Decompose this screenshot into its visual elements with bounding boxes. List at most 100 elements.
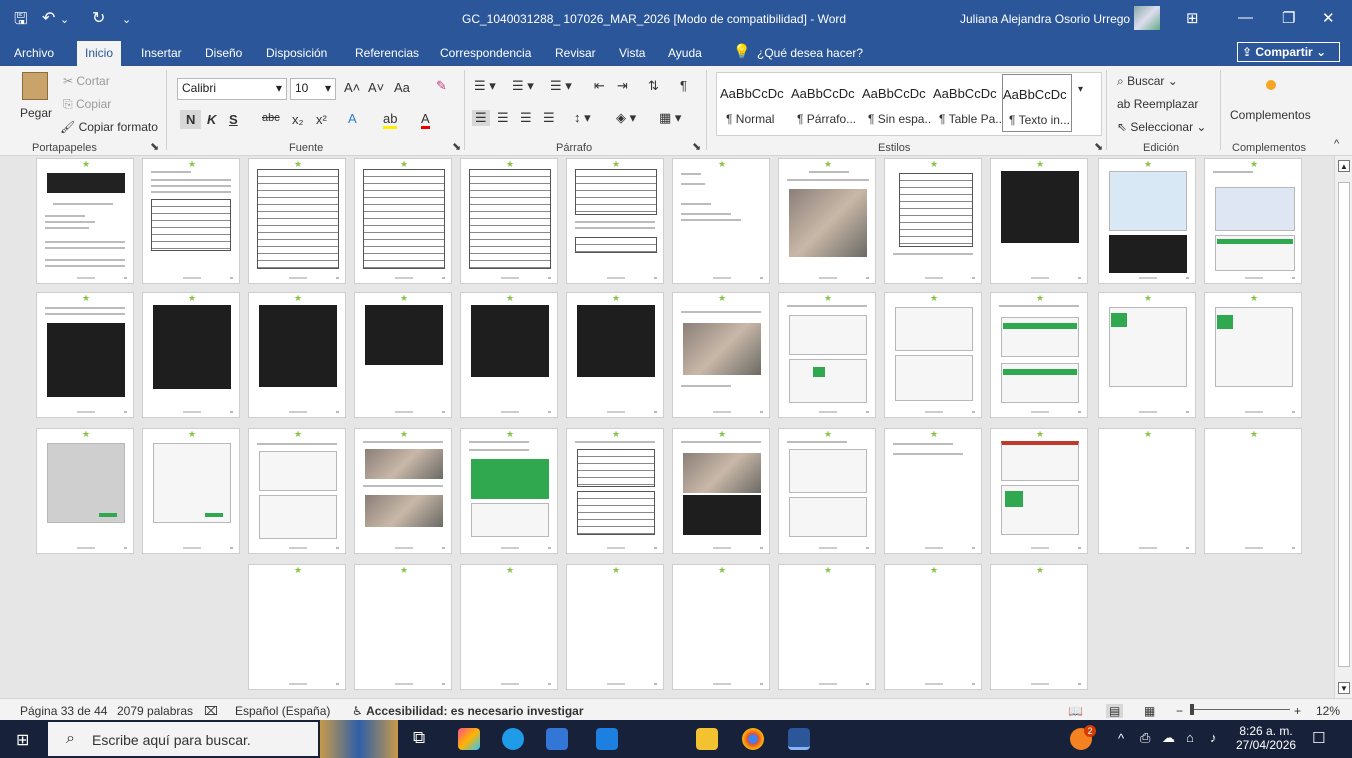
page-thumbnail[interactable]: ★ (1204, 292, 1302, 418)
page-thumbnail[interactable]: ★ (672, 428, 770, 554)
style-texto-independiente[interactable]: AaBbCcDc ¶ Texto in... (1002, 74, 1072, 132)
tell-me-search[interactable]: ¿Qué desea hacer? (757, 46, 863, 60)
language[interactable]: Español (España) (235, 704, 330, 718)
undo-icon[interactable]: ↶ (42, 8, 55, 28)
shrink-font-button[interactable]: A˅ (368, 80, 384, 95)
minimize-button[interactable]: — (1238, 9, 1253, 26)
page-thumbnail[interactable]: ★ (142, 158, 240, 284)
page-thumbnail[interactable]: ★ (672, 292, 770, 418)
dialog-launcher-icon[interactable]: ⬊ (150, 140, 159, 153)
subscript-button[interactable]: x₂ (292, 112, 304, 127)
style-table-paragraph[interactable]: AaBbCcDc ¶ Table Pa... (933, 74, 1003, 132)
page-thumbnail[interactable]: ★ (566, 564, 664, 690)
page-thumbnail[interactable]: ★ (1098, 428, 1196, 554)
sort-icon[interactable]: ⇅ (648, 78, 659, 94)
font-color-button[interactable]: A (421, 111, 430, 129)
change-case-button[interactable]: Aa (394, 80, 410, 95)
show-marks-button[interactable]: ¶ (680, 78, 687, 93)
copilot-icon[interactable] (458, 728, 480, 750)
close-button[interactable]: ✕ (1322, 9, 1335, 27)
file-explorer-icon[interactable] (696, 728, 718, 750)
format-painter-button[interactable]: 🖌 Copiar formato (60, 120, 158, 134)
volume-icon[interactable]: ♪ (1210, 730, 1217, 745)
page-thumbnail[interactable]: ★ (354, 564, 452, 690)
meet-now-icon[interactable]: ⎙ (1140, 730, 1150, 746)
addins-icon[interactable] (1266, 80, 1276, 90)
page-thumbnail[interactable]: ★ (990, 564, 1088, 690)
page-thumbnail[interactable]: ★ (460, 564, 558, 690)
font-name-dropdown[interactable]: Calibri ▾ (177, 78, 287, 100)
underline-button[interactable]: S (229, 112, 238, 127)
page-thumbnail[interactable]: ★ (248, 428, 346, 554)
page-thumbnail[interactable]: ★ (566, 428, 664, 554)
web-layout-icon[interactable]: ▦ (1144, 704, 1155, 718)
decrease-indent-icon[interactable]: ⇤ (594, 78, 605, 94)
chrome-icon[interactable] (742, 728, 764, 750)
align-right-icon[interactable]: ☰ (520, 110, 532, 126)
text-effects-button[interactable]: A (348, 111, 357, 126)
bullets-icon[interactable]: ☰ ▾ (474, 78, 496, 94)
style-sin-espacio[interactable]: AaBbCcDc ¶ Sin espa... (862, 74, 932, 132)
save-icon[interactable]: 🖫 (14, 8, 28, 35)
page-thumbnail[interactable]: ★ (1098, 292, 1196, 418)
highlight-button[interactable]: ab (383, 111, 398, 129)
style-parrafo[interactable]: AaBbCcDc ¶ Párrafo... (791, 74, 861, 132)
italic-button[interactable]: K (207, 112, 216, 127)
styles-more-icon[interactable]: ▾ (1078, 84, 1083, 95)
dialog-launcher-icon[interactable]: ⬊ (1094, 140, 1103, 153)
word-count[interactable]: 2079 palabras (117, 704, 193, 718)
tab-revisar[interactable]: Revisar (555, 46, 596, 60)
page-thumbnail[interactable]: ★ (778, 564, 876, 690)
undo-dropdown-icon[interactable]: ⌄ (60, 13, 69, 26)
tab-disposicion[interactable]: Disposición (266, 46, 327, 60)
chevron-up-icon[interactable]: ^ (1118, 731, 1124, 746)
borders-icon[interactable]: ▦ ▾ (659, 110, 681, 126)
page-thumbnail[interactable]: ★ (1204, 158, 1302, 284)
zoom-slider[interactable] (1190, 704, 1290, 715)
page-thumbnail[interactable]: ★ (990, 292, 1088, 418)
page-thumbnail[interactable]: ★ (36, 292, 134, 418)
page-count[interactable]: Página 33 de 44 (20, 704, 107, 718)
taskbar-clock[interactable]: 8:26 a. m. 27/04/2026 (1236, 724, 1296, 752)
task-view-icon[interactable]: ⧉ (413, 728, 425, 748)
page-thumbnail[interactable]: ★ (354, 158, 452, 284)
select-button[interactable]: ⇖ Seleccionar ⌄ (1117, 120, 1206, 134)
page-thumbnail[interactable]: ★ (990, 158, 1088, 284)
justify-icon[interactable]: ☰ (543, 110, 555, 126)
shading-icon[interactable]: ◈ ▾ (616, 110, 636, 126)
page-thumbnail[interactable]: ★ (778, 428, 876, 554)
line-spacing-icon[interactable]: ↕ ▾ (574, 110, 591, 126)
tab-correspondencia[interactable]: Correspondencia (440, 46, 531, 60)
user-avatar[interactable] (1134, 6, 1160, 30)
scroll-thumb[interactable] (1338, 182, 1350, 667)
page-thumbnail[interactable]: ★ (142, 428, 240, 554)
page-thumbnail[interactable]: ★ (248, 292, 346, 418)
font-size-dropdown[interactable]: 10 ▾ (290, 78, 336, 100)
document-area[interactable]: ★ ★ ★ ★ ★ ★ ★ ★ ★ ★ ★ ★ ★ ★ ★ ★ ★ ★ ★ ★ … (0, 156, 1334, 698)
clipboard-icon[interactable] (22, 72, 48, 100)
page-thumbnail[interactable]: ★ (672, 158, 770, 284)
zoom-out-icon[interactable]: − (1176, 704, 1183, 718)
network-icon[interactable]: ⌂ (1186, 730, 1194, 745)
find-button[interactable]: ⌕ Buscar ⌄ (1117, 74, 1178, 89)
redo-icon[interactable]: ↻ (92, 8, 105, 28)
superscript-button[interactable]: x² (316, 112, 327, 127)
addins-button[interactable]: Complementos (1230, 108, 1311, 122)
scroll-up-icon[interactable]: ▲ (1338, 160, 1350, 172)
page-thumbnail[interactable]: ★ (354, 292, 452, 418)
strikethrough-button[interactable]: abc (262, 112, 280, 124)
windows-start-icon[interactable]: ⊞ (16, 730, 29, 750)
ribbon-display-icon[interactable]: ⊞ (1186, 9, 1199, 27)
page-thumbnail[interactable]: ★ (672, 564, 770, 690)
cut-button[interactable]: ✂ Cortar (63, 74, 110, 88)
tab-diseno[interactable]: Diseño (205, 46, 242, 60)
page-thumbnail[interactable]: ★ (778, 158, 876, 284)
paste-button[interactable]: Pegar (20, 106, 52, 120)
increase-indent-icon[interactable]: ⇥ (617, 78, 628, 94)
page-thumbnail[interactable]: ★ (884, 292, 982, 418)
read-mode-icon[interactable]: 📖 (1068, 704, 1083, 718)
page-thumbnail[interactable]: ★ (884, 428, 982, 554)
user-name[interactable]: Juliana Alejandra Osorio Urrego (960, 12, 1130, 26)
collapse-ribbon-icon[interactable]: ^ (1334, 138, 1339, 150)
page-thumbnail[interactable]: ★ (884, 158, 982, 284)
